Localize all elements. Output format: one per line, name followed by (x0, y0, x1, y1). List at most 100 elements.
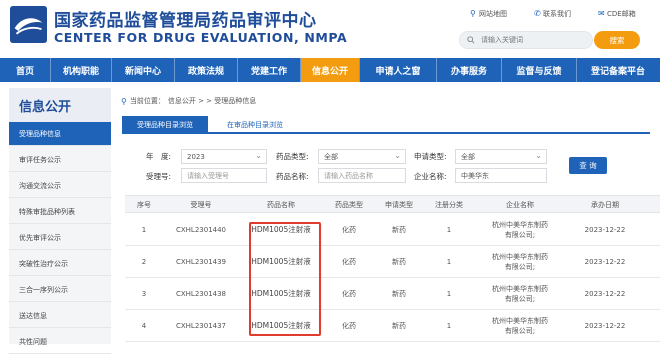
cell-accept-no[interactable]: CXHL2301438 (163, 278, 239, 310)
nav-item-functions[interactable]: 机构职能 (51, 58, 111, 82)
sidebar-item-breakthrough[interactable]: 突破性治疗公示 (9, 252, 111, 276)
column-header: 申请类型 (385, 201, 413, 209)
cell-accept-no[interactable]: CXHL2301439 (163, 246, 239, 278)
cell-accept-no[interactable]: CXHL2301440 (163, 214, 239, 246)
drug-name-input[interactable]: 请输入药品名称 (318, 168, 406, 183)
column-header: 承办日期 (591, 201, 619, 209)
cell-date: 2023-12-22 (584, 258, 626, 266)
cell-date: 2023-12-22 (584, 290, 626, 298)
location-pin-icon: ⚲ (470, 9, 476, 18)
main-nav: 首页 机构职能 新闻中心 政策法规 党建工作 信息公开 申请人之窗 办事服务 监… (0, 58, 660, 82)
nav-item-registration[interactable]: 登记备案平台 (577, 58, 659, 82)
phone-icon: ✆ (534, 9, 541, 18)
tab-under-review-catalog[interactable]: 在审品种目录浏览 (212, 116, 298, 134)
cell-apply-type: 新药 (392, 258, 406, 266)
nav-item-applicant[interactable]: 申请人之窗 (360, 58, 436, 82)
sidebar: 信息公开 受理品种信息 审评任务公示 沟通交流公示 特殊审批品种列表 优先审评公… (9, 88, 111, 354)
company-input[interactable]: 中美华东 (455, 168, 547, 183)
column-header: 药品类型 (335, 201, 363, 209)
column-header: 序号 (137, 201, 151, 209)
sidebar-item-special-approval[interactable]: 特殊审批品种列表 (9, 200, 111, 224)
cell-company: 杭州中美华东制药有限公司; (492, 253, 548, 271)
query-button[interactable]: 查 询 (569, 157, 607, 174)
site-title-en: CENTER FOR DRUG EVALUATION, NMPA (54, 30, 348, 45)
cell-apply-type: 新药 (392, 226, 406, 234)
tab-accepted-catalog[interactable]: 受理品种目录浏览 (122, 116, 208, 134)
sidebar-title: 信息公开 (9, 88, 111, 122)
drug-type-label: 药品类型: (276, 152, 309, 161)
sidebar-item-accepted[interactable]: 受理品种信息 (9, 122, 111, 146)
cell-reg-class: 1 (446, 258, 452, 266)
cell-company: 杭州中美华东制药有限公司; (492, 285, 548, 303)
cell-drug-type: 化药 (342, 290, 356, 298)
nav-item-news[interactable]: 新闻中心 (112, 58, 174, 82)
column-header: 药品名称 (267, 201, 295, 209)
search-input[interactable] (481, 36, 581, 44)
column-header: 企业名称 (506, 201, 534, 209)
accept-no-label: 受理号: (146, 172, 172, 181)
cell-index: 3 (141, 290, 147, 298)
contact-link[interactable]: ✆ 联系我们 (534, 9, 571, 19)
contact-label: 联系我们 (543, 10, 571, 18)
sidebar-item-three-in-one[interactable]: 三合一序列公示 (9, 278, 111, 302)
sitemap-label: 网站地图 (479, 10, 507, 18)
company-label: 企业名称: (414, 172, 447, 181)
sidebar-item-delivery[interactable]: 送达信息 (9, 304, 111, 328)
column-header: 受理号 (190, 201, 212, 209)
cell-reg-class: 1 (446, 290, 452, 298)
cell-index: 4 (141, 322, 147, 330)
apply-type-label: 申请类型: (414, 152, 447, 161)
nav-item-feedback[interactable]: 监督与反馈 (502, 58, 576, 82)
year-select[interactable]: 2023 (181, 149, 267, 164)
drug-type-select[interactable]: 全部 (318, 149, 406, 164)
cell-drug-type: 化药 (342, 226, 356, 234)
cell-date: 2023-12-22 (584, 226, 626, 234)
nav-item-info-public[interactable]: 信息公开 (301, 58, 359, 82)
drug-name-label: 药品名称: (276, 172, 309, 181)
cell-accept-no[interactable]: CXHL2301437 (163, 310, 239, 342)
sitemap-link[interactable]: ⚲ 网站地图 (470, 9, 507, 19)
breadcrumb-path[interactable]: 信息公开 > > 受理品种信息 (168, 96, 256, 106)
table-row[interactable]: 3 CXHL2301438 HDM1005注射液 化药 新药 1 杭州中美华东制… (125, 278, 660, 310)
table-header: 序号 受理号 药品名称 药品类型 申请类型 注册分类 企业名称 承办日期 (125, 195, 660, 213)
accept-no-input[interactable]: 请输入受理号 (181, 168, 267, 183)
cell-date: 2023-12-22 (584, 322, 626, 330)
tab-bar: 受理品种目录浏览 在审品种目录浏览 (122, 116, 650, 134)
cell-drug-type: 化药 (342, 322, 356, 330)
year-label: 年 度: (146, 152, 172, 161)
breadcrumb: ⚲ 当前位置： 信息公开 > > 受理品种信息 (121, 96, 256, 106)
apply-type-select[interactable]: 全部 (455, 149, 547, 164)
mail-icon: ✉ (598, 9, 605, 18)
search-box (459, 31, 593, 49)
highlight-annotation-box (249, 222, 321, 336)
sidebar-item-communication[interactable]: 沟通交流公示 (9, 174, 111, 198)
cell-reg-class: 1 (446, 226, 452, 234)
sidebar-item-common-issues[interactable]: 共性问题 (9, 330, 111, 354)
table-row[interactable]: 4 CXHL2301437 HDM1005注射液 化药 新药 1 杭州中美华东制… (125, 310, 660, 342)
location-icon: ⚲ (121, 96, 127, 106)
filter-form: 年 度: 2023 药品类型: 全部 申请类型: 全部 受理号: 请输入受理号 … (122, 140, 650, 192)
cell-apply-type: 新药 (392, 322, 406, 330)
site-header: 国家药品监督管理局药品审评中心 CENTER FOR DRUG EVALUATI… (0, 0, 660, 58)
cell-drug-type: 化药 (342, 258, 356, 266)
table-row[interactable]: 2 CXHL2301439 HDM1005注射液 化药 新药 1 杭州中美华东制… (125, 246, 660, 278)
search-button[interactable]: 搜索 (594, 31, 640, 49)
site-title-cn: 国家药品监督管理局药品审评中心 (54, 11, 317, 31)
cell-index: 2 (141, 258, 147, 266)
cde-logo-icon[interactable] (10, 6, 47, 43)
column-header: 注册分类 (435, 201, 463, 209)
table-row[interactable]: 1 CXHL2301440 HDM1005注射液 化药 新药 1 杭州中美华东制… (125, 214, 660, 246)
nav-item-home[interactable]: 首页 (0, 58, 50, 82)
cell-company: 杭州中美华东制药有限公司; (492, 317, 548, 335)
sidebar-item-review-tasks[interactable]: 审评任务公示 (9, 148, 111, 172)
cell-index: 1 (141, 226, 147, 234)
cell-company: 杭州中美华东制药有限公司; (492, 221, 548, 239)
search-icon (467, 36, 475, 44)
nav-item-services[interactable]: 办事服务 (437, 58, 501, 82)
email-link[interactable]: ✉ CDE邮箱 (598, 9, 636, 19)
email-label: CDE邮箱 (607, 10, 636, 18)
cell-apply-type: 新药 (392, 290, 406, 298)
nav-item-party[interactable]: 党建工作 (238, 58, 300, 82)
sidebar-item-priority-review[interactable]: 优先审评公示 (9, 226, 111, 250)
nav-item-policy[interactable]: 政策法规 (175, 58, 237, 82)
